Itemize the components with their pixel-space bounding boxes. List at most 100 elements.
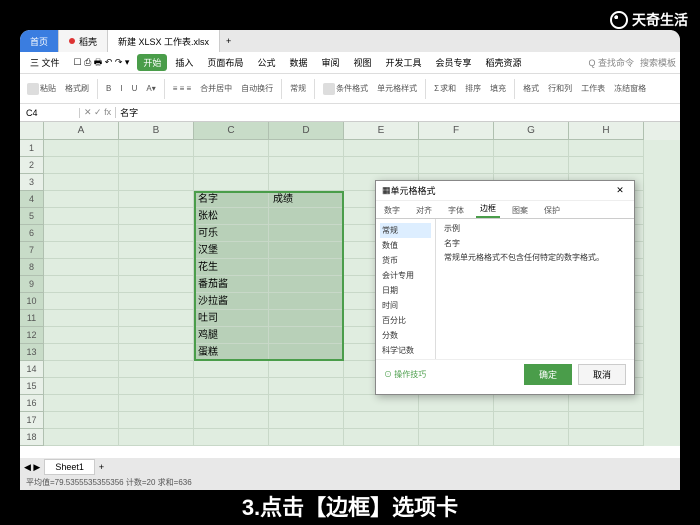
ribbon-cond[interactable]: 条件格式 — [320, 82, 371, 96]
ribbon-underline[interactable]: U — [129, 83, 141, 94]
menu-file[interactable]: 三 文件 — [24, 54, 66, 71]
cat-currency[interactable]: 货币 — [380, 253, 431, 268]
menu-review[interactable]: 审阅 — [315, 54, 345, 71]
cell-B15[interactable] — [119, 378, 194, 395]
cell-B3[interactable] — [119, 174, 194, 191]
menu-insert[interactable]: 插入 — [169, 54, 199, 71]
cell-E17[interactable] — [344, 412, 419, 429]
cell-C15[interactable] — [194, 378, 269, 395]
cell-C2[interactable] — [194, 157, 269, 174]
cell-G18[interactable] — [494, 429, 569, 446]
row-header[interactable]: 10 — [20, 293, 44, 310]
cell-D17[interactable] — [269, 412, 344, 429]
row-header[interactable]: 2 — [20, 157, 44, 174]
cell-A5[interactable] — [44, 208, 119, 225]
formula-buttons[interactable]: ✕ ✓ fx — [80, 107, 116, 118]
cell-B5[interactable] — [119, 208, 194, 225]
cell-A16[interactable] — [44, 395, 119, 412]
cell-E16[interactable] — [344, 395, 419, 412]
cat-number[interactable]: 数值 — [380, 238, 431, 253]
close-icon[interactable]: ✕ — [612, 185, 628, 196]
cell-C18[interactable] — [194, 429, 269, 446]
cell-D9[interactable] — [269, 276, 344, 293]
cell-B8[interactable] — [119, 259, 194, 276]
sheet-add[interactable]: + — [99, 462, 104, 472]
dlg-tab-protect[interactable]: 保护 — [540, 203, 564, 218]
ribbon-rowcol[interactable]: 行和列 — [545, 82, 575, 95]
dlg-tab-number[interactable]: 数字 — [380, 203, 404, 218]
cell-D5[interactable] — [269, 208, 344, 225]
cell-A6[interactable] — [44, 225, 119, 242]
cell-B7[interactable] — [119, 242, 194, 259]
cell-A15[interactable] — [44, 378, 119, 395]
cell-A11[interactable] — [44, 310, 119, 327]
row-header[interactable]: 1 — [20, 140, 44, 157]
row-header[interactable]: 6 — [20, 225, 44, 242]
ribbon-numfmt[interactable]: 常规 — [287, 82, 309, 95]
cat-sci[interactable]: 科学记数 — [380, 343, 431, 358]
col-header-f[interactable]: F — [419, 122, 494, 140]
cell-F17[interactable] — [419, 412, 494, 429]
tab-add[interactable]: + — [220, 36, 237, 46]
ribbon-fontcolor[interactable]: A▾ — [143, 83, 158, 94]
col-header-e[interactable]: E — [344, 122, 419, 140]
row-header[interactable]: 14 — [20, 361, 44, 378]
cat-fraction[interactable]: 分数 — [380, 328, 431, 343]
cell-B9[interactable] — [119, 276, 194, 293]
col-header-a[interactable]: A — [44, 122, 119, 140]
cell-E18[interactable] — [344, 429, 419, 446]
cell-A1[interactable] — [44, 140, 119, 157]
cell-B16[interactable] — [119, 395, 194, 412]
cell-A7[interactable] — [44, 242, 119, 259]
cell-C10[interactable]: 沙拉酱 — [194, 293, 269, 310]
sheet-tab-1[interactable]: Sheet1 — [44, 459, 95, 475]
row-header[interactable]: 5 — [20, 208, 44, 225]
cat-general[interactable]: 常规 — [380, 223, 431, 238]
formula-input[interactable]: 名字 — [116, 106, 680, 119]
cell-D12[interactable] — [269, 327, 344, 344]
cell-A9[interactable] — [44, 276, 119, 293]
cell-D6[interactable] — [269, 225, 344, 242]
col-header-g[interactable]: G — [494, 122, 569, 140]
tab-file[interactable]: 新建 XLSX 工作表.xlsx — [108, 30, 220, 52]
cell-D4[interactable]: 成绩 — [269, 191, 344, 208]
cell-A14[interactable] — [44, 361, 119, 378]
ribbon-format[interactable]: 格式 — [520, 82, 542, 95]
col-header-c[interactable]: C — [194, 122, 269, 140]
row-header[interactable]: 15 — [20, 378, 44, 395]
cell-B11[interactable] — [119, 310, 194, 327]
cell-C17[interactable] — [194, 412, 269, 429]
cell-B13[interactable] — [119, 344, 194, 361]
tab-home[interactable]: 首页 — [20, 30, 59, 52]
menu-search[interactable]: Q 查找命令搜索模板 — [588, 56, 676, 69]
cell-H2[interactable] — [569, 157, 644, 174]
cat-date[interactable]: 日期 — [380, 283, 431, 298]
row-header[interactable]: 3 — [20, 174, 44, 191]
cell-A12[interactable] — [44, 327, 119, 344]
cell-C1[interactable] — [194, 140, 269, 157]
row-header[interactable]: 13 — [20, 344, 44, 361]
cell-C14[interactable] — [194, 361, 269, 378]
cell-A18[interactable] — [44, 429, 119, 446]
cell-D7[interactable] — [269, 242, 344, 259]
cell-B4[interactable] — [119, 191, 194, 208]
cell-G17[interactable] — [494, 412, 569, 429]
cell-A17[interactable] — [44, 412, 119, 429]
quick-icons[interactable]: ☐ ⎙ 🖶 ↶ ↷ ▾ — [68, 53, 136, 73]
ribbon-sheet[interactable]: 工作表 — [578, 82, 608, 95]
cell-D1[interactable] — [269, 140, 344, 157]
select-all-corner[interactable] — [20, 122, 44, 140]
cell-C7[interactable]: 汉堡 — [194, 242, 269, 259]
row-header[interactable]: 12 — [20, 327, 44, 344]
cell-B2[interactable] — [119, 157, 194, 174]
cell-H17[interactable] — [569, 412, 644, 429]
row-header[interactable]: 4 — [20, 191, 44, 208]
cell-B18[interactable] — [119, 429, 194, 446]
cat-time[interactable]: 时间 — [380, 298, 431, 313]
cell-F16[interactable] — [419, 395, 494, 412]
cell-C6[interactable]: 可乐 — [194, 225, 269, 242]
menu-formula[interactable]: 公式 — [251, 54, 281, 71]
ribbon-freeze[interactable]: 冻结窗格 — [611, 82, 649, 95]
ribbon-sort[interactable]: 排序 — [462, 82, 484, 95]
cell-D2[interactable] — [269, 157, 344, 174]
